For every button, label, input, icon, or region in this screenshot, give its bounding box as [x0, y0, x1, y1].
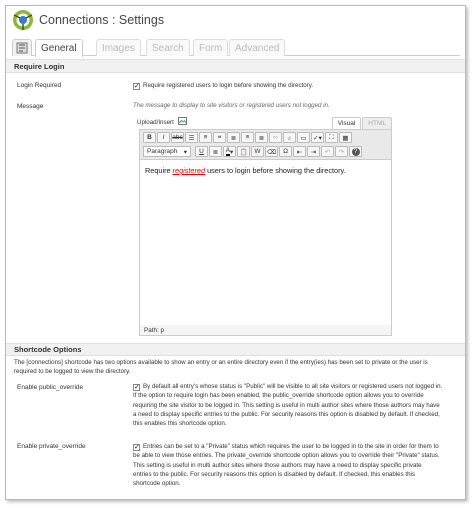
undo-icon[interactable]: ↶ [321, 146, 334, 157]
private-override-checkbox[interactable]: ✓ [133, 444, 140, 451]
public-override-text: a need to display specific entries to th… [133, 410, 440, 418]
shortcode-intro-line: required to be logged to view the direct… [14, 368, 131, 376]
public-override-text: By default all entry's whose status is "… [143, 383, 443, 390]
italic-icon[interactable]: I [157, 132, 170, 143]
editor-mode-tabs: Visual HTML [331, 117, 392, 129]
spellcheck-icon[interactable]: ✓▾ [311, 132, 324, 143]
link-icon[interactable]: ∞ [269, 132, 282, 143]
public-override-checkbox[interactable]: ✓ [133, 384, 140, 391]
editor-toolbar: B I abc ☰ ≡ ❝ ≣ ≡ ≣ ∞ ⌀ ▭ ✓▾ ⛶ ▦ Paragra… [139, 129, 392, 159]
paste-text-icon[interactable]: 📋 [237, 146, 250, 157]
public-override-text: If the option to require login has been … [133, 392, 424, 400]
public-override-option: ✓ By default all entry's whose status is … [133, 382, 463, 428]
section-title: Shortcode Options [14, 345, 82, 354]
path-label: Path: [144, 327, 159, 334]
public-override-text: this enables this shortcode option. [133, 420, 227, 428]
shortcode-section-header: Shortcode Options [6, 343, 465, 356]
content-link[interactable]: registered [173, 166, 205, 175]
private-override-option: ✓ Entries can be set to a "Private" statu… [133, 442, 463, 488]
message-label: Message [17, 103, 44, 110]
private-override-text: This setting is useful in multi author s… [133, 461, 422, 469]
blockquote-icon[interactable]: ❝ [213, 132, 226, 143]
toolbar-row-2: Paragraph ▾ U ≣ A ▾ 📋 W ⌫ Ω ⇤ ⇥ ↶ ↷ ? [143, 146, 362, 157]
private-override-text: entries to the public. For security reas… [133, 470, 416, 478]
paste-word-icon[interactable]: W [251, 146, 264, 157]
toolbar-row-1: B I abc ☰ ≡ ❝ ≣ ≡ ≣ ∞ ⌀ ▭ ✓▾ ⛶ ▦ [143, 132, 352, 143]
editor-tab-visual[interactable]: Visual [331, 117, 362, 129]
tab-images[interactable]: Images [96, 39, 141, 56]
tab-general[interactable]: General [35, 39, 83, 57]
help-icon[interactable]: ? [349, 146, 362, 157]
more-tag-icon[interactable]: ▭ [297, 132, 310, 143]
redo-icon[interactable]: ↷ [335, 146, 348, 157]
shortcode-intro: The [connections] shortcode has two opti… [14, 358, 462, 377]
page-header: Connections : Settings [12, 10, 164, 30]
chevron-down-icon: ▾ [183, 148, 187, 156]
editor-content[interactable]: Require registered users to login before… [139, 159, 392, 326]
settings-tabs: General Images Search Form Advanced [12, 39, 460, 57]
tab-search[interactable]: Search [146, 39, 190, 56]
login-required-label: Login Required [17, 82, 62, 89]
connections-logo-icon [13, 10, 33, 30]
underline-icon[interactable]: U [195, 146, 208, 157]
public-override-label: Enable public_override [17, 384, 84, 391]
format-select[interactable]: Paragraph ▾ [143, 146, 191, 157]
public-override-text: requiring the site visitor to be logged … [133, 401, 440, 409]
content-text-after: users to login before showing the direct… [205, 166, 346, 175]
private-override-text: shortcode option. [133, 480, 181, 488]
section-title: Require Login [14, 62, 65, 71]
bullet-list-icon[interactable]: ☰ [185, 132, 198, 143]
special-char-icon[interactable]: Ω [279, 146, 292, 157]
fullscreen-icon[interactable]: ⛶ [325, 132, 338, 143]
private-override-label: Enable private_override [17, 443, 86, 450]
format-select-value: Paragraph [147, 148, 178, 155]
kitchen-sink-icon[interactable]: ▦ [339, 132, 352, 143]
content-text-before: Require [145, 166, 173, 175]
justify-icon[interactable]: ≣ [209, 146, 222, 157]
message-editor: Visual HTML B I abc ☰ ≡ ❝ ≣ ≡ ≣ ∞ ⌀ ▭ ✓▾ … [139, 117, 392, 337]
tools-icon [16, 42, 28, 54]
login-required-checkbox[interactable]: ✓ [133, 83, 140, 90]
align-right-icon[interactable]: ≣ [255, 132, 268, 143]
strikethrough-icon[interactable]: abc [171, 132, 184, 143]
page-title: Connections : Settings [39, 13, 165, 27]
login-required-option: ✓ Require registered users to login befor… [133, 81, 313, 90]
private-override-text: be able to view those entries. The priva… [133, 452, 440, 460]
remove-format-icon[interactable]: ⌫ [265, 146, 278, 157]
shortcode-intro-line: The [connections] shortcode has two opti… [14, 359, 428, 366]
tab-advanced[interactable]: Advanced [229, 39, 286, 56]
align-center-icon[interactable]: ≡ [241, 132, 254, 143]
settings-window: Connections : Settings General Images Se… [5, 5, 466, 500]
unlink-icon[interactable]: ⌀ [283, 132, 296, 143]
tab-form[interactable]: Form [193, 39, 229, 56]
indent-icon[interactable]: ⇥ [307, 146, 320, 157]
text-color-icon[interactable]: A ▾ [223, 146, 236, 157]
align-left-icon[interactable]: ≣ [227, 132, 240, 143]
require-login-section-header: Require Login [6, 59, 465, 73]
private-override-text: Entries can be set to a "Private" status… [143, 443, 439, 450]
outdent-icon[interactable]: ⇤ [293, 146, 306, 157]
settings-tab-icon[interactable] [12, 39, 32, 56]
path-value[interactable]: p [160, 327, 164, 334]
message-description: The message to display to site visitors … [133, 102, 330, 109]
editor-path-bar: Path: p [139, 325, 392, 336]
login-required-text: Require registered users to login before… [143, 82, 314, 89]
editor-tab-html[interactable]: HTML [362, 117, 392, 129]
numbered-list-icon[interactable]: ≡ [199, 132, 212, 143]
bold-icon[interactable]: B [143, 132, 156, 143]
